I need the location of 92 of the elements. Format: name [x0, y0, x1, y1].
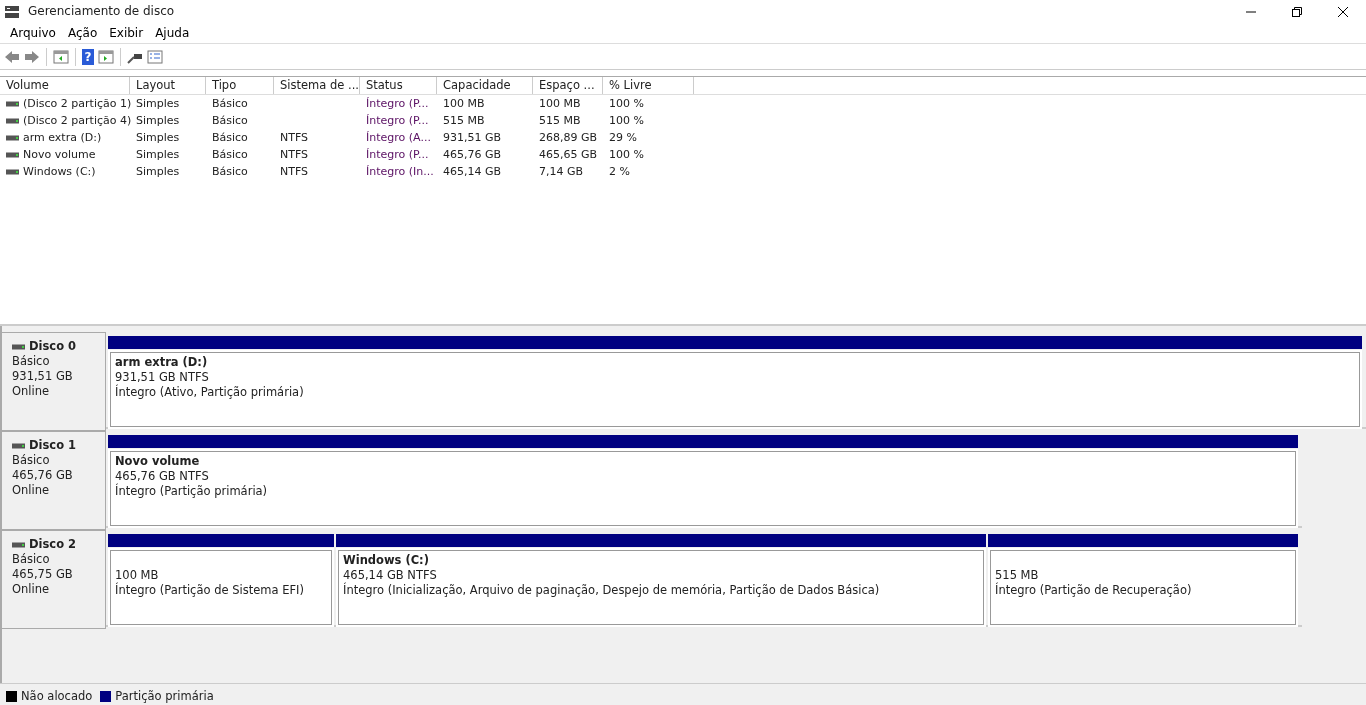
table-cell: NTFS	[280, 165, 309, 178]
partition-name: Windows (C:)	[343, 553, 430, 568]
table-cell: 100 %	[609, 148, 644, 161]
partition-name: arm extra (D:)	[115, 355, 209, 370]
panel-icon[interactable]	[98, 48, 114, 65]
partition-size: 931,51 GB NTFS	[115, 370, 210, 384]
table-cell: 100 %	[609, 97, 644, 110]
disk-state: Online	[12, 483, 51, 498]
legend-label: Não alocado	[21, 688, 93, 705]
checklist-icon[interactable]	[147, 48, 163, 65]
volume-name: (Disco 2 partição 4)	[23, 114, 132, 127]
help-icon[interactable]: ?	[82, 48, 94, 65]
partition-box[interactable]: Windows (C:) 465,14 GB NTFS Íntegro (Inicialização, Arquivo de paginação, Despejo de memória, Partição de Dados Básica)	[338, 550, 984, 625]
partition-status: Íntegro (Partição de Recuperação)	[995, 583, 1193, 598]
disk-type: Básico	[12, 552, 51, 567]
partition-status: Íntegro (Inicialização, Arquivo de paginação, Despejo de memória, Partição de Dados Básica)	[343, 583, 881, 598]
table-cell: Íntegro (A...	[366, 131, 431, 144]
table-cell: 268,89 GB	[539, 131, 598, 144]
disk-size: 465,75 GB	[12, 567, 74, 582]
table-cell: 2 %	[609, 165, 630, 178]
table-cell: Íntegro (P...	[366, 114, 429, 127]
table-cell: Básico	[212, 148, 248, 161]
partition-status: Íntegro (Ativo, Partição primária)	[115, 385, 305, 400]
legend-label: Partição primária	[115, 688, 214, 705]
partition-box[interactable]: arm extra (D:) 931,51 GB NTFS Íntegro (Ativo, Partição primária)	[110, 352, 1360, 427]
column-header[interactable]: Sistema de ...	[274, 77, 360, 94]
table-cell: Simples	[136, 97, 180, 110]
drive-icon	[12, 541, 25, 548]
table-cell: Íntegro (P...	[366, 148, 429, 161]
volume-name: (Disco 2 partição 1)	[23, 97, 132, 110]
column-header[interactable]: Layout	[130, 77, 206, 94]
partition-size: 515 MB	[995, 568, 1040, 582]
table-cell: Básico	[212, 131, 248, 144]
partition-status: Íntegro (Partição primária)	[115, 484, 269, 499]
volume-name: Windows (C:)	[23, 165, 96, 178]
table-cell: 465,14 GB	[443, 165, 502, 178]
disk-type: Básico	[12, 354, 51, 369]
partition-name: Novo volume	[115, 454, 201, 469]
table-cell: Simples	[136, 165, 180, 178]
menu-item[interactable]: Arquivo	[4, 23, 62, 42]
table-cell: Simples	[136, 114, 180, 127]
table-cell: 100 MB	[539, 97, 581, 110]
table-cell: 931,51 GB	[443, 131, 502, 144]
column-header[interactable]: Capacidade	[437, 77, 533, 94]
disk-name: Disco 1	[29, 438, 77, 453]
table-cell: 515 MB	[539, 114, 581, 127]
drive-icon	[12, 442, 25, 449]
menu-item[interactable]: Exibir	[103, 23, 150, 42]
disk-name: Disco 2	[29, 537, 77, 552]
table-cell: 29 %	[609, 131, 637, 144]
table-cell: Íntegro (P...	[366, 97, 429, 110]
back-arrow-icon[interactable]	[4, 48, 20, 65]
table-cell: NTFS	[280, 148, 309, 161]
table-cell: 7,14 GB	[539, 165, 584, 178]
column-header[interactable]: Volume	[0, 77, 130, 94]
disk-state: Online	[12, 384, 51, 399]
menu-item[interactable]: Ação	[61, 23, 104, 42]
table-cell: 100 MB	[443, 97, 485, 110]
column-header[interactable]: Espaço ...	[533, 77, 603, 94]
table-cell: Íntegro (In...	[366, 165, 434, 178]
partition-box[interactable]: 100 MB Íntegro (Partição de Sistema EFI)	[110, 550, 332, 625]
partition-box[interactable]: Novo volume 465,76 GB NTFS Íntegro (Partição primária)	[110, 451, 1296, 526]
partition-box[interactable]: 515 MB Íntegro (Partição de Recuperação)	[990, 550, 1296, 625]
window-title: Gerenciamento de disco	[28, 3, 175, 20]
disk-state: Online	[12, 582, 51, 597]
menu-item[interactable]: Ajuda	[149, 23, 196, 42]
disk-size: 465,76 GB	[12, 468, 74, 483]
panel-icon[interactable]	[53, 48, 69, 65]
table-cell: Simples	[136, 148, 180, 161]
forward-arrow-icon[interactable]	[24, 48, 40, 65]
table-cell: 100 %	[609, 114, 644, 127]
table-cell: Básico	[212, 97, 248, 110]
partition-size: 465,76 GB NTFS	[115, 469, 210, 483]
partition-size: 100 MB	[115, 568, 160, 582]
disk-name: Disco 0	[29, 339, 77, 354]
partition-size: 465,14 GB NTFS	[343, 568, 438, 582]
partition-status: Íntegro (Partição de Sistema EFI)	[115, 583, 305, 598]
table-cell: 465,76 GB	[443, 148, 502, 161]
table-cell: NTFS	[280, 131, 309, 144]
table-cell: Simples	[136, 131, 180, 144]
column-header[interactable]: Tipo	[206, 77, 274, 94]
table-cell: Básico	[212, 114, 248, 127]
volume-name: arm extra (D:)	[23, 131, 102, 144]
disk-type: Básico	[12, 453, 51, 468]
table-cell: 465,65 GB	[539, 148, 598, 161]
disk-size: 931,51 GB	[12, 369, 74, 384]
column-header[interactable]: Status	[360, 77, 437, 94]
volume-name: Novo volume	[23, 148, 96, 161]
drive-icon	[12, 343, 25, 350]
table-cell: Básico	[212, 165, 248, 178]
column-header[interactable]: % Livre	[603, 77, 694, 94]
table-cell: 515 MB	[443, 114, 485, 127]
